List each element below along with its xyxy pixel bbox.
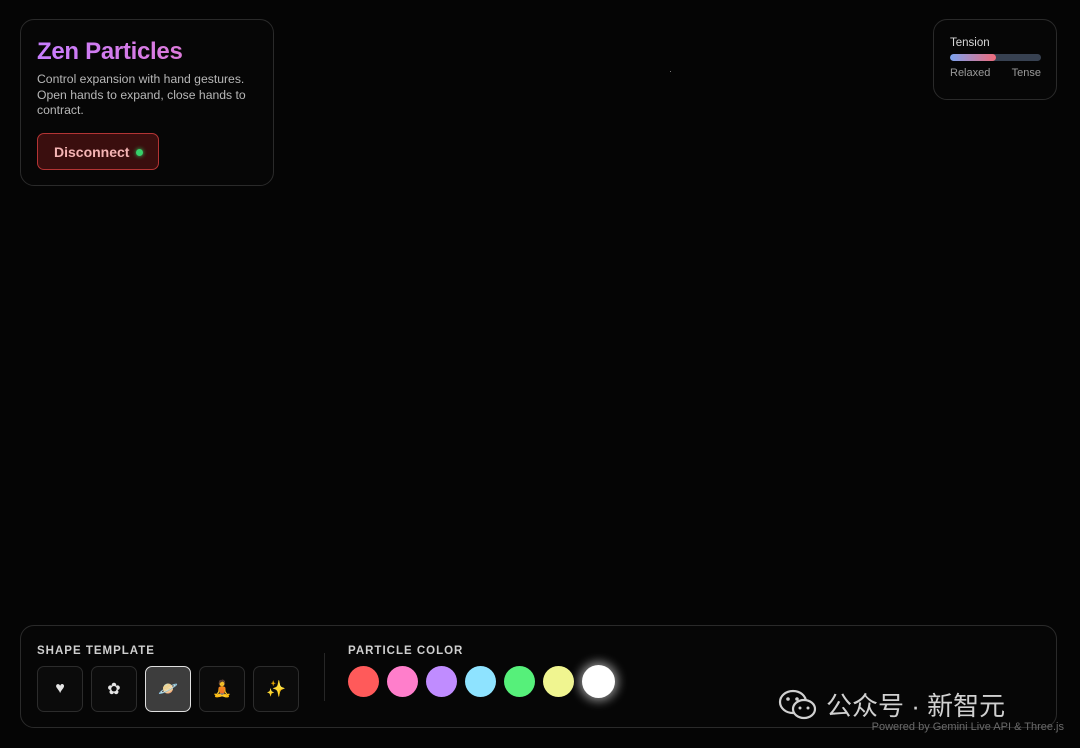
tension-meter-fill bbox=[950, 54, 996, 61]
disconnect-button[interactable]: Disconnect bbox=[37, 133, 159, 170]
particle-speck bbox=[670, 71, 671, 72]
app-description: Control expansion with hand gestures. Op… bbox=[37, 72, 246, 118]
tension-label: Tension bbox=[950, 37, 990, 49]
particle-color-list bbox=[348, 665, 615, 698]
connection-status-dot bbox=[136, 149, 143, 156]
color-swatch-green[interactable] bbox=[504, 666, 535, 697]
section-divider bbox=[324, 653, 325, 701]
particle-color-title: PARTICLE COLOR bbox=[348, 645, 464, 657]
shape-button-saturn[interactable]: 🪐 bbox=[145, 666, 191, 712]
tension-panel: Tension Relaxed Tense bbox=[933, 19, 1057, 100]
tension-meter bbox=[950, 54, 1041, 61]
color-swatch-cyan[interactable] bbox=[465, 666, 496, 697]
tension-min-label: Relaxed bbox=[950, 67, 991, 79]
shape-button-sparkles[interactable]: ✨ bbox=[253, 666, 299, 712]
shape-template-list: ♥ ✿ 🪐 🧘 ✨ bbox=[37, 666, 299, 712]
sparkles-icon: ✨ bbox=[266, 681, 286, 698]
app-title: Zen Particles bbox=[37, 38, 257, 66]
color-swatch-white[interactable] bbox=[582, 665, 615, 698]
watermark: 公众号 · 新智元 bbox=[778, 686, 1005, 723]
shape-button-heart[interactable]: ♥ bbox=[37, 666, 83, 712]
color-swatch-red[interactable] bbox=[348, 666, 379, 697]
meditation-icon: 🧘 bbox=[212, 681, 232, 698]
heart-icon: ♥ bbox=[55, 680, 65, 697]
color-swatch-pink[interactable] bbox=[387, 666, 418, 697]
watermark-text: 公众号 · 新智元 bbox=[826, 691, 1006, 721]
shape-template-title: SHAPE TEMPLATE bbox=[37, 645, 155, 657]
saturn-icon: 🪐 bbox=[158, 681, 178, 698]
tension-max-label: Tense bbox=[1011, 67, 1041, 79]
color-swatch-purple[interactable] bbox=[426, 666, 457, 697]
flower-icon: ✿ bbox=[107, 681, 121, 698]
tension-scale: Relaxed Tense bbox=[950, 67, 1041, 79]
info-panel: Zen Particles Control expansion with han… bbox=[20, 19, 274, 186]
color-swatch-yellow[interactable] bbox=[543, 666, 574, 697]
wechat-icon bbox=[778, 689, 817, 719]
shape-button-meditation[interactable]: 🧘 bbox=[199, 666, 245, 712]
powered-by-text: Powered by Gemini Live API & Three.js bbox=[871, 721, 1064, 733]
shape-button-flower[interactable]: ✿ bbox=[91, 666, 137, 712]
disconnect-label: Disconnect bbox=[54, 143, 130, 160]
